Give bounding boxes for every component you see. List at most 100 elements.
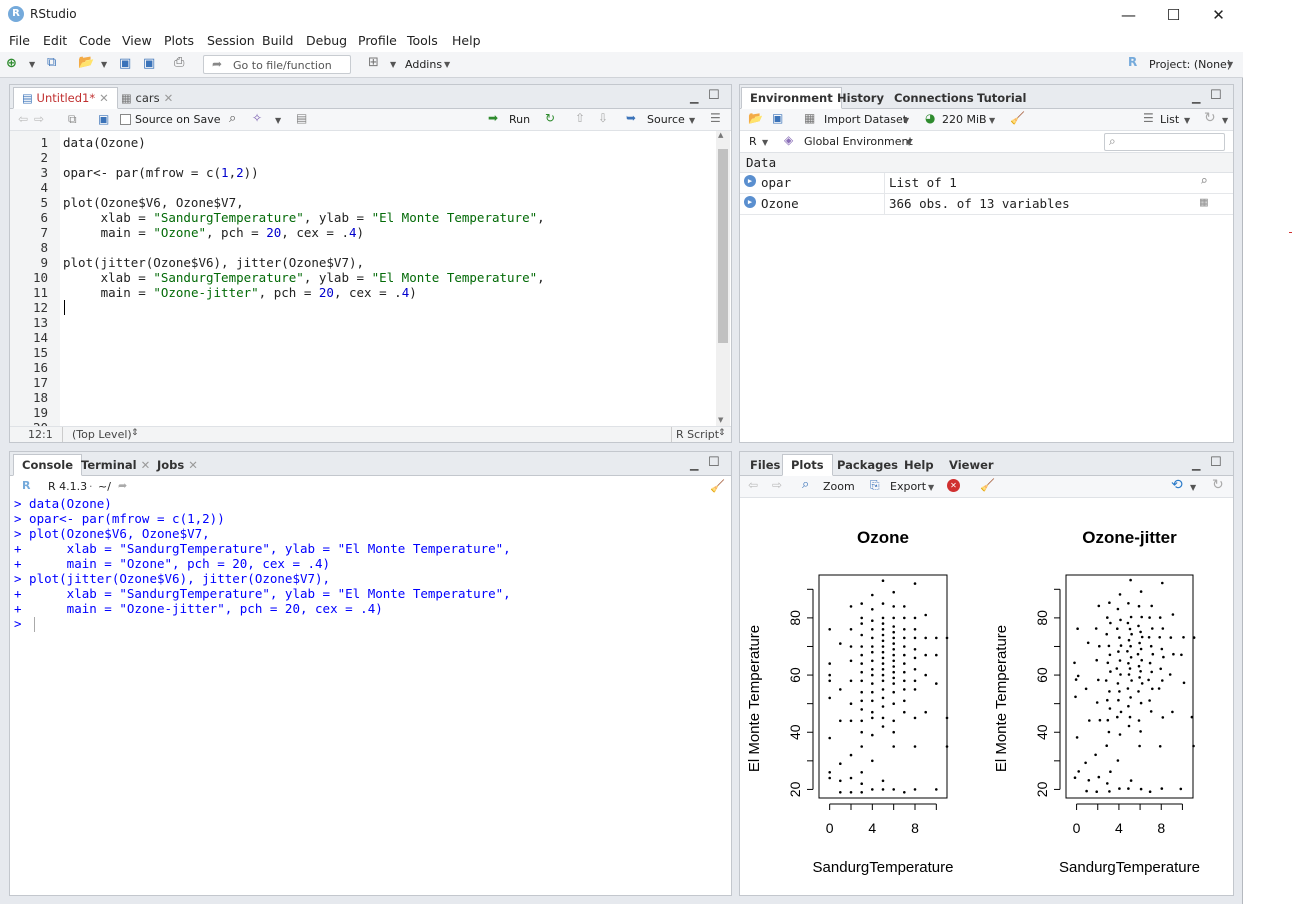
new-project-icon[interactable]: ⧉: [47, 55, 56, 70]
tab-plots[interactable]: Plots: [782, 454, 833, 476]
rerun-icon[interactable]: ↻: [545, 111, 555, 125]
minimize-pane-icon[interactable]: ▁: [690, 458, 698, 471]
chevron-down-icon[interactable]: ▼: [689, 116, 695, 125]
print-icon[interactable]: ⎙: [174, 55, 184, 70]
new-file-icon[interactable]: ⊕: [6, 56, 17, 71]
tab-untitled1[interactable]: ▤ Untitled1* ✕: [13, 87, 118, 109]
export-icon[interactable]: ⎘: [870, 478, 880, 493]
expand-icon[interactable]: ▶: [744, 175, 756, 187]
addins-button[interactable]: Addins: [405, 58, 442, 71]
updown-icon[interactable]: ⇕: [718, 428, 726, 438]
environment-search-input[interactable]: ⌕: [1104, 133, 1225, 151]
tab-help[interactable]: Help: [895, 454, 943, 476]
goto-file-input[interactable]: ➦ Go to file/function: [203, 55, 351, 74]
chevron-down-icon[interactable]: ▼: [1184, 116, 1190, 125]
tab-history[interactable]: History: [828, 87, 893, 109]
refresh-icon[interactable]: ↻: [1212, 477, 1224, 493]
minimize-pane-icon[interactable]: ▁: [1192, 91, 1200, 104]
remove-plot-icon[interactable]: ✕: [947, 479, 960, 492]
chevron-down-icon[interactable]: ▼: [29, 60, 35, 69]
expand-icon[interactable]: ▶: [744, 196, 756, 208]
minimize-pane-icon[interactable]: ▁: [1192, 458, 1200, 471]
console-output[interactable]: > data(Ozone) > opar<- par(mfrow = c(1,2)…: [10, 496, 731, 895]
file-type-selector[interactable]: R Script: [676, 428, 719, 441]
grid-layout-icon[interactable]: ⊞: [368, 55, 379, 70]
menu-edit[interactable]: Edit: [43, 33, 67, 48]
updown-icon[interactable]: ⇕: [131, 428, 139, 438]
broom-icon[interactable]: 🧹: [710, 479, 725, 493]
maximize-pane-icon[interactable]: ☐: [1210, 455, 1222, 470]
scope-selector[interactable]: (Top Level): [72, 428, 132, 441]
broom-icon[interactable]: 🧹: [980, 478, 995, 492]
chevron-down-icon[interactable]: ▼: [1227, 60, 1233, 69]
chevron-down-icon[interactable]: ▼: [1222, 116, 1228, 125]
tab-terminal[interactable]: Terminal ✕: [72, 454, 159, 476]
menu-help[interactable]: Help: [452, 33, 481, 48]
code-editor[interactable]: data(Ozone) opar<- par(mfrow = c(1,2)) plo…: [10, 131, 716, 427]
table-icon[interactable]: ▦: [1200, 195, 1208, 210]
chevron-down-icon[interactable]: ▼: [928, 483, 934, 492]
maximize-pane-icon[interactable]: ☐: [708, 455, 720, 470]
zoom-button[interactable]: Zoom: [823, 480, 855, 493]
view-mode-selector[interactable]: List: [1160, 113, 1179, 126]
scroll-down-icon[interactable]: ▼: [718, 416, 723, 424]
chevron-down-icon[interactable]: ▼: [275, 116, 281, 125]
run-button[interactable]: Run: [509, 113, 530, 126]
table-icon[interactable]: ▦: [804, 111, 815, 125]
menu-view[interactable]: View: [122, 33, 152, 48]
source-button[interactable]: Source: [647, 113, 685, 126]
menu-debug[interactable]: Debug: [306, 33, 347, 48]
chevron-down-icon[interactable]: ▼: [989, 116, 995, 125]
tab-viewer[interactable]: Viewer: [940, 454, 1003, 476]
tab-tutorial[interactable]: Tutorial: [968, 87, 1035, 109]
chevron-down-icon[interactable]: ▼: [903, 116, 909, 125]
save-icon[interactable]: ▣: [98, 112, 109, 126]
menu-plots[interactable]: Plots: [164, 33, 194, 48]
title-bar[interactable]: R RStudio — ☐ ✕: [0, 0, 1243, 30]
minimize-button[interactable]: —: [1106, 0, 1151, 30]
open-folder-icon[interactable]: 📂: [748, 111, 763, 125]
menu-session[interactable]: Session: [207, 33, 255, 48]
outline-icon[interactable]: ▤: [296, 111, 307, 125]
chevron-down-icon[interactable]: ▼: [444, 60, 450, 69]
minimize-pane-icon[interactable]: ▁: [690, 91, 698, 104]
forward-arrow-icon[interactable]: ⇨: [772, 478, 782, 492]
chevron-down-icon[interactable]: ▼: [762, 138, 768, 147]
chevron-down-icon[interactable]: ▼: [390, 60, 396, 69]
forward-arrow-icon[interactable]: ⇨: [34, 112, 44, 126]
goto-directory-icon[interactable]: ➦: [118, 479, 127, 492]
chevron-down-icon[interactable]: ▼: [1190, 483, 1196, 492]
maximize-pane-icon[interactable]: ☐: [708, 88, 720, 103]
arrow-down-icon[interactable]: ⇩: [598, 111, 608, 125]
show-in-window-icon[interactable]: ⧉: [68, 112, 77, 127]
open-folder-icon[interactable]: 📂: [78, 55, 94, 70]
maximize-pane-icon[interactable]: ☐: [1210, 88, 1222, 103]
close-icon[interactable]: ✕: [164, 91, 174, 105]
run-icon[interactable]: ➡: [488, 111, 498, 125]
menu-file[interactable]: File: [9, 33, 30, 48]
tab-jobs[interactable]: Jobs ✕: [148, 454, 207, 476]
export-button[interactable]: Export: [890, 480, 926, 493]
env-row-ozone[interactable]: ▶ Ozone 366 obs. of 13 variables ▦: [740, 194, 1233, 215]
editor-scrollbar[interactable]: ▲ ▼: [716, 131, 730, 427]
project-menu[interactable]: Project: (None): [1149, 58, 1231, 71]
zoom-icon[interactable]: ⌕: [802, 477, 809, 492]
chevron-down-icon[interactable]: ▼: [101, 60, 107, 69]
close-icon[interactable]: ✕: [188, 458, 198, 472]
scope-selector[interactable]: Global Environment: [804, 135, 913, 148]
magic-wand-icon[interactable]: ✧: [252, 111, 262, 125]
env-row-opar[interactable]: ▶ opar List of 1 ⌕: [740, 173, 1233, 194]
document-outline-icon[interactable]: ☰: [710, 111, 721, 125]
menu-tools[interactable]: Tools: [407, 33, 438, 48]
import-dataset-button[interactable]: Import Dataset: [824, 113, 907, 126]
search-icon[interactable]: ⌕: [229, 111, 236, 126]
tab-cars[interactable]: ▦ cars ✕: [112, 87, 182, 109]
chevron-down-icon[interactable]: ▼: [906, 138, 912, 147]
source-icon[interactable]: ➥: [626, 111, 636, 125]
back-arrow-icon[interactable]: ⇦: [18, 112, 28, 126]
save-all-icon[interactable]: ▣: [143, 56, 155, 71]
working-directory[interactable]: ~/: [98, 480, 111, 493]
scrollbar-thumb[interactable]: [718, 149, 728, 343]
close-icon[interactable]: ✕: [99, 91, 109, 105]
refresh-icon[interactable]: ↻: [1204, 110, 1216, 126]
